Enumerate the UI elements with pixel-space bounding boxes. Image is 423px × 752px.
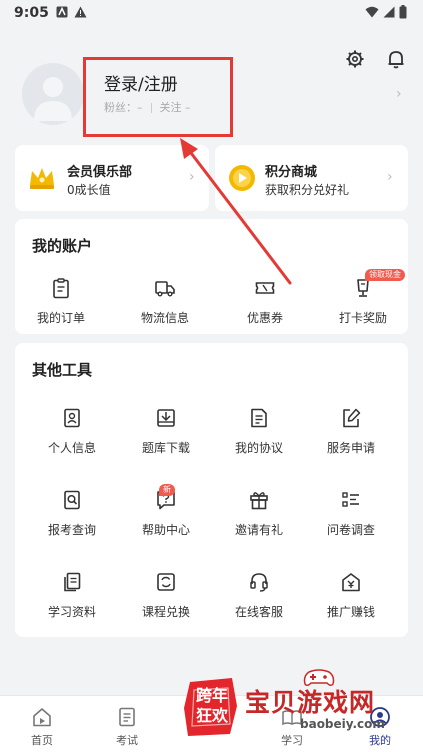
status-time: 9:05 bbox=[14, 5, 49, 21]
watermark-url: baobeiy.com bbox=[300, 717, 385, 731]
status-bar: 9:05 bbox=[0, 0, 423, 28]
tool-help-center[interactable]: 帮助中心 bbox=[126, 489, 206, 538]
money-box-icon bbox=[340, 571, 362, 593]
tool-label: 推广赚钱 bbox=[326, 605, 375, 619]
account-item-label: 我的订单 bbox=[36, 311, 85, 325]
tool-survey[interactable]: 问卷调查 bbox=[311, 489, 391, 538]
tool-label: 课程兑换 bbox=[141, 605, 190, 619]
wifi-icon bbox=[365, 6, 379, 21]
chevron-right-icon: › bbox=[387, 169, 393, 185]
watermark-stamp-logo: 跨年狂欢 bbox=[182, 676, 240, 738]
tool-label: 报考查询 bbox=[47, 523, 96, 537]
list-icon bbox=[340, 489, 362, 511]
crown-icon bbox=[27, 163, 57, 197]
tool-label: 个人信息 bbox=[47, 441, 96, 455]
tool-label: 题库下载 bbox=[141, 441, 190, 455]
tool-label: 我的协议 bbox=[234, 441, 283, 455]
tool-exam-query[interactable]: 报考查询 bbox=[32, 489, 112, 538]
tool-promote-earn[interactable]: 推广赚钱 bbox=[311, 571, 391, 620]
member-club-subtitle: 0成长值 bbox=[67, 183, 111, 197]
signal-icon bbox=[383, 6, 395, 21]
tool-online-service[interactable]: 在线客服 bbox=[219, 571, 299, 620]
cash-reward-badge: 领取现金 bbox=[365, 269, 405, 281]
tool-question-download[interactable]: 题库下载 bbox=[126, 407, 206, 456]
account-item-orders[interactable]: 我的订单 bbox=[21, 277, 101, 326]
profile-chevron-right-icon[interactable]: › bbox=[396, 86, 402, 102]
tool-label: 学习资料 bbox=[47, 605, 96, 619]
watermark-brand: 宝贝游戏网 bbox=[245, 688, 376, 717]
notification-a-icon bbox=[56, 6, 68, 21]
bell-icon[interactable] bbox=[385, 48, 407, 70]
nav-label: 我的 bbox=[369, 734, 391, 747]
account-item-checkin[interactable]: 打卡奖励 bbox=[323, 277, 403, 326]
nav-label: 首页 bbox=[31, 734, 53, 747]
annotation-highlight-box bbox=[83, 57, 233, 137]
watermark-stamp-text: 跨年狂欢 bbox=[195, 686, 228, 725]
gift-icon bbox=[248, 489, 270, 511]
document-icon bbox=[248, 407, 270, 429]
member-club-title: 会员俱乐部 bbox=[67, 165, 133, 180]
avatar[interactable] bbox=[22, 63, 84, 125]
home-icon bbox=[7, 706, 77, 728]
exam-icon bbox=[92, 706, 162, 728]
tool-course-exchange[interactable]: 课程兑换 bbox=[126, 571, 206, 620]
tool-label: 邀请有礼 bbox=[234, 523, 283, 537]
account-item-label: 优惠券 bbox=[246, 311, 283, 325]
download-box-icon bbox=[155, 407, 177, 429]
account-item-label: 打卡奖励 bbox=[338, 311, 387, 325]
nav-item-home[interactable]: 首页 bbox=[7, 706, 77, 748]
tools-section: 其他工具 个人信息 题库下载 我的协议 服务申请 报考查询 帮助中心 新 邀请有… bbox=[15, 343, 408, 637]
clipboard-icon bbox=[50, 277, 72, 299]
warning-icon bbox=[74, 6, 87, 21]
tool-label: 在线客服 bbox=[234, 605, 283, 619]
tool-personal-info[interactable]: 个人信息 bbox=[32, 407, 112, 456]
tool-label: 服务申请 bbox=[326, 441, 375, 455]
nav-label: 考试 bbox=[116, 734, 138, 747]
edit-doc-icon bbox=[340, 407, 362, 429]
tool-my-agreement[interactable]: 我的协议 bbox=[219, 407, 299, 456]
nav-label: 学习 bbox=[281, 734, 303, 747]
tools-section-title: 其他工具 bbox=[32, 361, 93, 379]
tool-invite-gift[interactable]: 邀请有礼 bbox=[219, 489, 299, 538]
settings-gear-icon[interactable] bbox=[344, 48, 366, 70]
id-card-icon bbox=[61, 407, 83, 429]
battery-icon bbox=[399, 5, 407, 22]
exchange-icon bbox=[155, 571, 177, 593]
tool-study-materials[interactable]: 学习资料 bbox=[32, 571, 112, 620]
annotation-arrow-icon bbox=[180, 138, 292, 285]
new-badge: 新 bbox=[159, 484, 175, 496]
tool-label: 问卷调查 bbox=[326, 523, 375, 537]
nav-item-exam[interactable]: 考试 bbox=[92, 706, 162, 748]
files-icon bbox=[61, 571, 83, 593]
account-section-title: 我的账户 bbox=[32, 237, 93, 255]
search-doc-icon bbox=[61, 489, 83, 511]
tool-service-request[interactable]: 服务申请 bbox=[311, 407, 391, 456]
tool-label: 帮助中心 bbox=[141, 523, 190, 537]
account-item-label: 物流信息 bbox=[140, 311, 189, 325]
headset-icon bbox=[248, 571, 270, 593]
